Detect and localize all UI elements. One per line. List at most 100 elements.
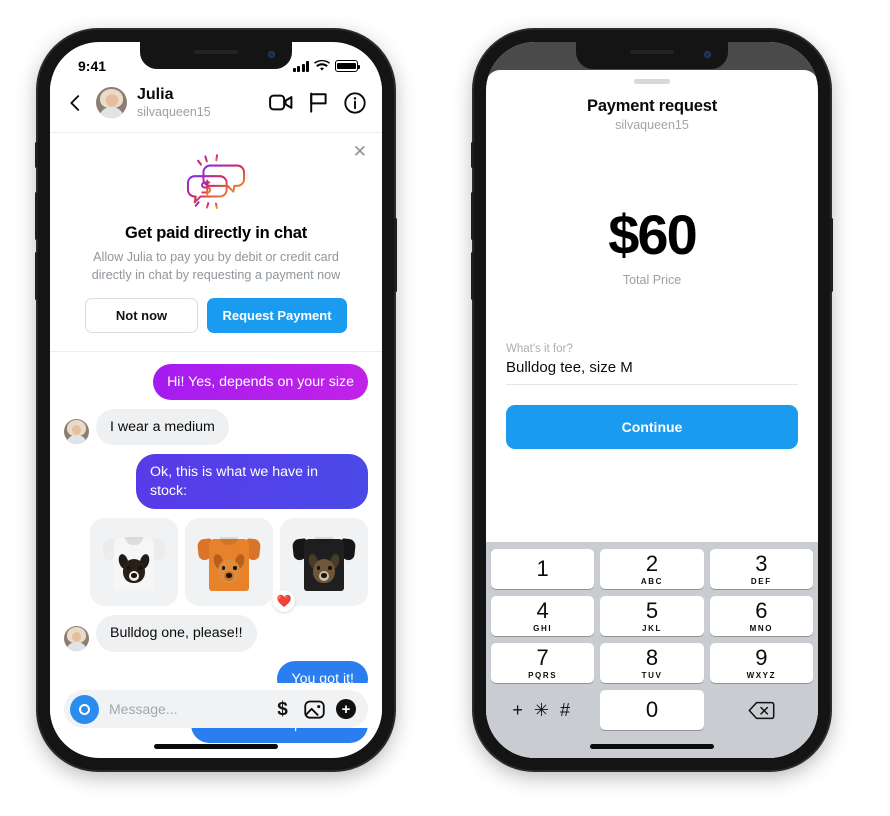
amount-label: Total Price <box>622 273 682 287</box>
product-card-bulldog[interactable]: ❤️ <box>273 518 368 613</box>
key-7[interactable]: 7 PQRS <box>491 643 595 683</box>
message-bubble-outgoing[interactable]: Ok, this is what we have in stock: <box>136 454 368 510</box>
camera-icon[interactable] <box>70 694 99 724</box>
silent-switch[interactable] <box>35 142 38 168</box>
avatar[interactable] <box>64 625 89 651</box>
avatar[interactable] <box>64 419 89 445</box>
composer-pill[interactable]: Message... $ + <box>64 690 368 728</box>
wifi-icon <box>314 60 330 71</box>
home-indicator[interactable] <box>154 744 278 749</box>
promo-title: Get paid directly in chat <box>124 223 308 242</box>
key-0[interactable]: 0 <box>600 690 704 730</box>
notch <box>576 42 728 69</box>
product-card-list: ❤️ <box>64 518 368 613</box>
product-card-border-collie[interactable] <box>90 518 178 607</box>
dollar-icon[interactable]: $ <box>272 699 293 720</box>
description-input[interactable]: Bulldog tee, size M <box>506 359 798 385</box>
description-label: What's it for? <box>506 343 573 355</box>
contact-name: Julia <box>137 86 174 103</box>
volume-up-button[interactable] <box>471 192 474 240</box>
header-actions <box>269 92 366 114</box>
key-letters: DEF <box>750 576 772 586</box>
reaction-badge[interactable]: ❤️ <box>273 590 295 613</box>
image-icon[interactable] <box>304 699 325 720</box>
key-digit: 6 <box>755 597 768 623</box>
info-circle-icon[interactable] <box>344 92 366 114</box>
key-letters: ABC <box>640 576 664 586</box>
battery-full-icon <box>335 60 361 72</box>
backspace-icon[interactable] <box>710 690 813 730</box>
key-letters: GHI <box>533 623 553 633</box>
key-5[interactable]: 5 JKL <box>600 596 704 636</box>
plus-icon[interactable]: + <box>336 699 356 719</box>
volume-up-button[interactable] <box>35 192 38 240</box>
key-letters: TUV <box>641 670 663 680</box>
speaker-grille <box>630 50 674 54</box>
message-row: Hi! Yes, depends on your size <box>64 363 368 400</box>
status-time: 9:41 <box>78 58 107 74</box>
silent-switch[interactable] <box>471 142 474 168</box>
chat-header: Julia silvaqueen15 <box>50 82 382 133</box>
status-icons <box>292 60 361 72</box>
key-digit: 8 <box>645 644 659 670</box>
volume-down-button[interactable] <box>35 252 38 300</box>
phone-left: 9:41 Julia silvaqueen15 ✕ Get paid direc… <box>35 30 397 770</box>
screen-right: Payment request silvaqueen15 $60 Total P… <box>486 42 818 758</box>
screen-left: 9:41 Julia silvaqueen15 ✕ Get paid direc… <box>50 42 382 758</box>
drag-handle-icon[interactable] <box>634 79 670 84</box>
product-card-golden-retriever[interactable] <box>185 518 273 607</box>
message-row: Ok, this is what we have in stock: <box>64 454 368 510</box>
speaker-grille <box>194 50 238 54</box>
numeric-keypad: 1 2 ABC 3 DEF 4 GHI 5 JKL 6 MNO 7 PQRS 8… <box>486 542 818 758</box>
sheet-username: silvaqueen15 <box>615 118 689 132</box>
contact-names: Julia silvaqueen15 <box>137 86 259 120</box>
key-1[interactable]: 1 <box>491 549 595 589</box>
close-icon[interactable]: ✕ <box>353 143 367 160</box>
message-bubble-incoming[interactable]: I wear a medium <box>96 408 229 446</box>
amount-display: $60 Total Price <box>486 202 818 287</box>
key-symbols[interactable]: + ✳ # <box>491 690 594 730</box>
message-row: I wear a medium <box>64 408 368 446</box>
payment-promo-card: ✕ Get paid directly in chat Allow Julia … <box>50 133 382 352</box>
key-digit: 3 <box>755 550 768 576</box>
volume-down-button[interactable] <box>471 252 474 300</box>
avatar[interactable] <box>96 87 127 119</box>
description-field: What's it for? Bulldog tee, size M <box>506 343 798 385</box>
key-2[interactable]: 2 ABC <box>600 549 704 589</box>
contact-username: silvaqueen15 <box>137 105 211 120</box>
power-button[interactable] <box>394 218 397 292</box>
key-3[interactable]: 3 DEF <box>709 549 813 589</box>
back-chevron-icon[interactable] <box>64 92 86 114</box>
payment-request-sheet: Payment request silvaqueen15 $60 Total P… <box>486 70 818 758</box>
key-digit: 5 <box>645 597 659 623</box>
power-button[interactable] <box>830 218 833 292</box>
continue-button[interactable]: Continue <box>506 405 798 449</box>
video-camera-icon[interactable] <box>269 93 293 112</box>
key-6[interactable]: 6 MNO <box>709 596 813 636</box>
key-digit: 2 <box>645 550 659 576</box>
amount-value[interactable]: $60 <box>486 202 818 267</box>
key-digit: 4 <box>536 597 549 623</box>
request-payment-button[interactable]: Request Payment <box>207 297 347 333</box>
message-bubble-outgoing[interactable]: Hi! Yes, depends on your size <box>153 363 368 400</box>
front-camera-icon <box>704 51 711 58</box>
key-letters: WXYZ <box>746 670 777 680</box>
key-8[interactable]: 8 TUV <box>600 643 704 683</box>
key-letters: JKL <box>642 623 662 633</box>
key-9[interactable]: 9 WXYZ <box>709 643 813 683</box>
chat-bubbles-dollar-icon <box>186 154 246 209</box>
key-digit: 7 <box>536 644 549 670</box>
front-camera-icon <box>268 51 275 58</box>
key-letters: MNO <box>749 623 774 633</box>
key-4[interactable]: 4 GHI <box>491 596 595 636</box>
home-indicator[interactable] <box>590 744 714 749</box>
message-composer: Message... $ + <box>50 683 382 728</box>
promo-subtitle: Allow Julia to pay you by debit or credi… <box>91 249 341 282</box>
flag-icon[interactable] <box>309 92 328 113</box>
not-now-button[interactable]: Not now <box>85 297 198 333</box>
notch <box>140 42 292 69</box>
key-digit: 9 <box>755 644 768 670</box>
message-bubble-incoming[interactable]: Bulldog one, please!! <box>96 615 257 652</box>
key-letters: PQRS <box>528 670 558 680</box>
message-input[interactable]: Message... <box>109 701 262 717</box>
